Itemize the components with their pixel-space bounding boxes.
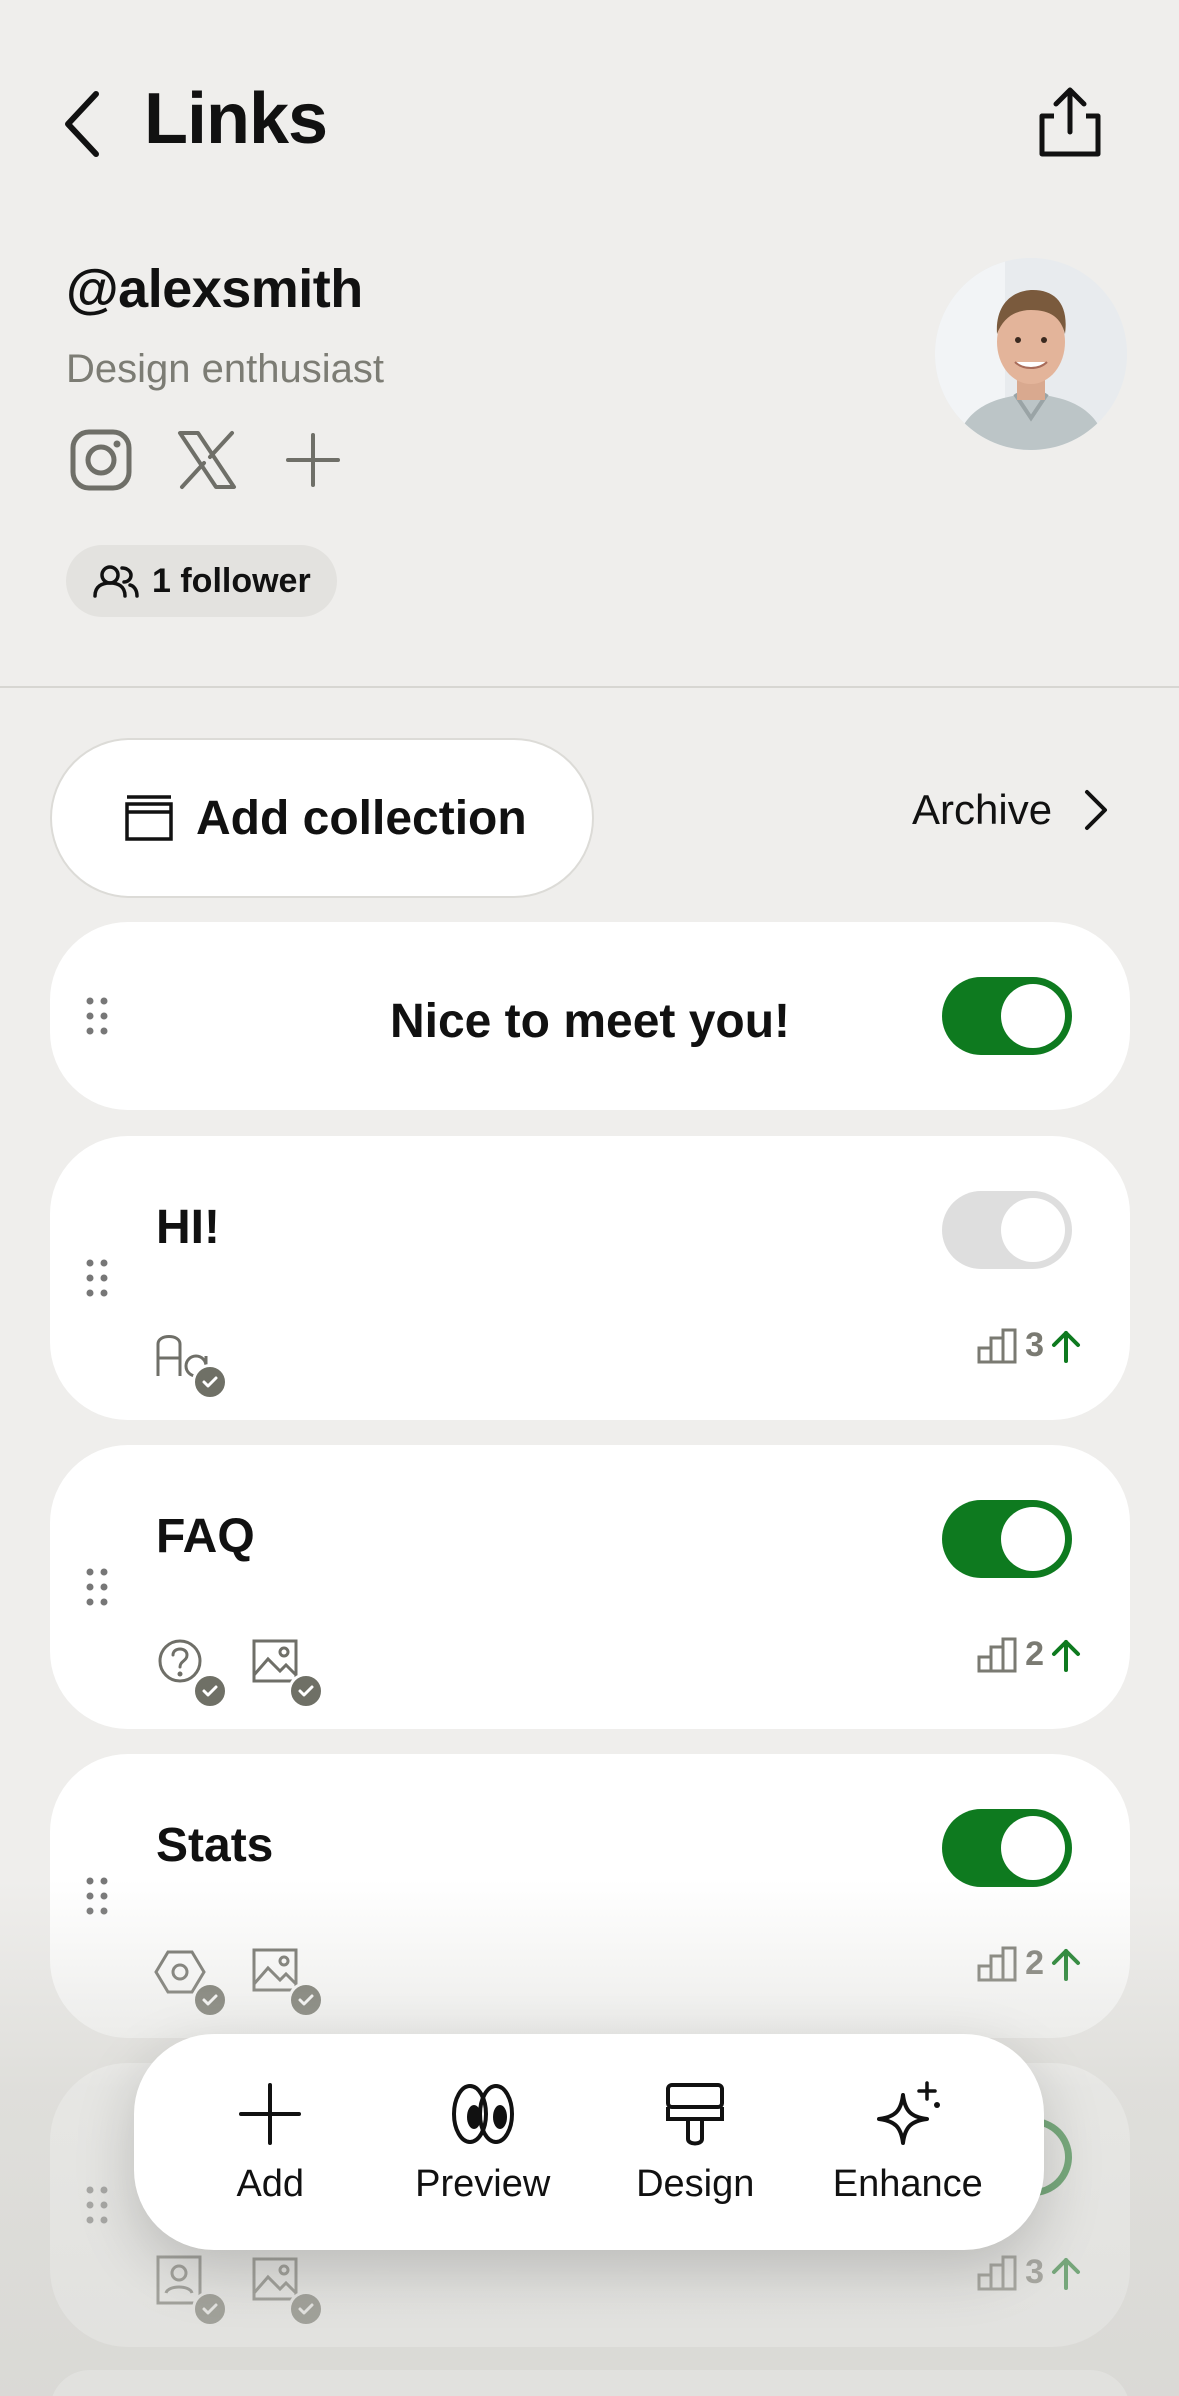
drag-handle-icon[interactable] (82, 1567, 112, 1607)
visibility-toggle[interactable] (942, 1191, 1072, 1269)
bar-chart-icon (977, 1328, 1017, 1363)
link-card[interactable]: Stats 2 (50, 1754, 1130, 2038)
followers-count: 1 follower (152, 561, 311, 600)
toolbar-add-label: Add (236, 2162, 305, 2205)
share-button[interactable] (1030, 82, 1110, 162)
chevron-left-icon (65, 91, 99, 157)
bar-chart-icon (977, 2255, 1017, 2290)
card-title: FAQ (156, 1510, 255, 1563)
toolbar-enhance-label: Enhance (832, 2162, 983, 2205)
visibility-toggle[interactable] (942, 1809, 1072, 1887)
click-count: 2 (1025, 1944, 1044, 1982)
add-social-button[interactable] (278, 425, 348, 495)
check-icon (288, 1982, 324, 2018)
toolbar-preview-label: Preview (415, 2162, 551, 2205)
plus-icon (239, 2082, 302, 2145)
click-count: 3 (1025, 2253, 1044, 2291)
card-title: Stats (156, 1819, 274, 1872)
username: @alexsmith (66, 259, 363, 319)
bio-text: Design enthusiast (66, 347, 384, 391)
visibility-toggle[interactable] (942, 977, 1072, 1055)
chevron-right-icon (1085, 790, 1108, 830)
users-icon (93, 565, 139, 598)
toolbar-design-button[interactable]: Design (595, 2079, 795, 2206)
click-stats[interactable]: 3 (977, 2253, 1082, 2292)
eyes-icon (451, 2083, 514, 2144)
collection-icon (125, 795, 173, 841)
sparkles-icon (876, 2080, 940, 2145)
click-count: 3 (1025, 1326, 1044, 1364)
click-stats[interactable]: 3 (977, 1326, 1082, 1365)
instagram-link[interactable] (66, 425, 136, 495)
share-icon (1039, 87, 1101, 157)
archive-label: Archive (912, 786, 1053, 833)
check-icon (192, 2291, 228, 2327)
add-collection-label: Add collection (196, 791, 527, 845)
bottom-toolbar: Add Preview Design Enhance (134, 2034, 1044, 2250)
link-card[interactable]: FAQ 2 (50, 1445, 1130, 1729)
plus-icon (286, 433, 340, 487)
avatar-image (935, 258, 1127, 450)
check-icon (192, 1982, 228, 2018)
profile-card-icon (154, 2253, 228, 2327)
avatar[interactable] (935, 258, 1127, 450)
arrow-up-icon (1052, 1948, 1080, 1981)
arrow-up-icon (1052, 1639, 1080, 1672)
bar-chart-icon (977, 1637, 1017, 1672)
question-icon (154, 1635, 228, 1709)
toolbar-enhance-button[interactable]: Enhance (808, 2079, 1008, 2206)
link-card-header[interactable]: Nice to meet you! (50, 922, 1130, 1110)
page-title: Links (144, 79, 328, 159)
click-count: 2 (1025, 1635, 1044, 1673)
toolbar-preview-button[interactable]: Preview (383, 2079, 583, 2206)
x-icon (178, 431, 236, 489)
image-icon (250, 2253, 324, 2327)
image-icon (250, 1944, 324, 2018)
drag-handle-icon[interactable] (82, 2185, 112, 2225)
text-style-icon (154, 1326, 228, 1400)
check-icon (288, 2291, 324, 2327)
back-button[interactable] (58, 88, 108, 160)
instagram-icon (70, 429, 132, 491)
followers-badge[interactable]: 1 follower (66, 545, 337, 617)
link-card[interactable]: HI! 3 (50, 1136, 1130, 1420)
check-icon (288, 1673, 324, 1709)
arrow-up-icon (1052, 1330, 1080, 1363)
drag-handle-icon[interactable] (82, 1258, 112, 1298)
arrow-up-icon (1052, 2257, 1080, 2290)
bar-chart-icon (977, 1946, 1017, 1981)
click-stats[interactable]: 2 (977, 1944, 1082, 1983)
check-icon (192, 1364, 228, 1400)
archive-link[interactable]: Archive (912, 786, 1110, 834)
check-icon (192, 1673, 228, 1709)
toolbar-add-button[interactable]: Add (170, 2079, 370, 2206)
toolbar-design-label: Design (636, 2162, 755, 2205)
click-stats[interactable]: 2 (977, 1635, 1082, 1674)
card-title: HI! (156, 1201, 220, 1254)
paintbrush-icon (666, 2082, 725, 2145)
hexagon-icon (154, 1944, 228, 2018)
social-links (66, 425, 348, 495)
drag-handle-icon[interactable] (82, 1876, 112, 1916)
image-icon (250, 1635, 324, 1709)
visibility-toggle[interactable] (942, 1500, 1072, 1578)
x-link[interactable] (172, 425, 242, 495)
section-divider (0, 686, 1179, 688)
link-card[interactable] (50, 2370, 1130, 2396)
add-collection-button[interactable]: Add collection (50, 738, 594, 898)
